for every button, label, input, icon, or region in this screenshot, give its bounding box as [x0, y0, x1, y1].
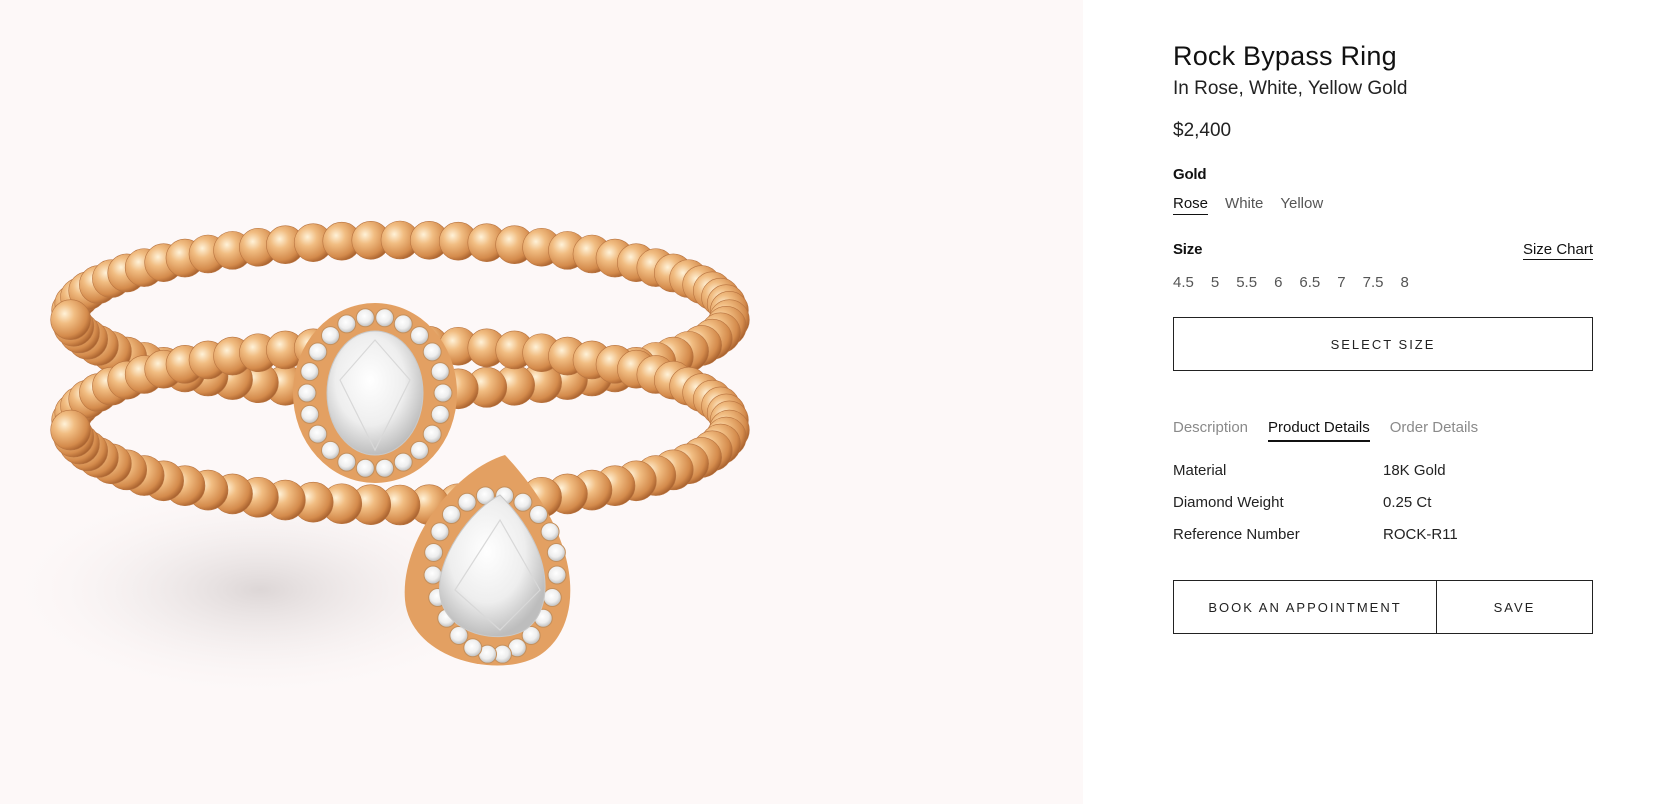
size-option[interactable]: 6: [1274, 274, 1282, 291]
oval-halo: [293, 303, 457, 483]
book-appointment-button[interactable]: BOOK AN APPOINTMENT: [1173, 580, 1437, 634]
detail-row-diamond-weight: Diamond Weight 0.25 Ct: [1173, 486, 1593, 518]
tab-description[interactable]: Description: [1173, 419, 1248, 442]
ring-illustration: [0, 220, 750, 700]
detail-value: 0.25 Ct: [1383, 493, 1432, 511]
size-options: 4.5 5 5.5 6 6.5 7 7.5 8: [1173, 274, 1593, 291]
detail-row-material: Material 18K Gold: [1173, 454, 1593, 486]
gold-option-white[interactable]: White: [1225, 195, 1263, 215]
product-image: [0, 0, 1083, 804]
size-option[interactable]: 7.5: [1363, 274, 1384, 291]
tab-order-details[interactable]: Order Details: [1390, 419, 1478, 442]
select-size-button[interactable]: SELECT SIZE: [1173, 317, 1593, 371]
tab-product-details[interactable]: Product Details: [1268, 419, 1370, 442]
size-option[interactable]: 7: [1337, 274, 1345, 291]
size-label: Size: [1173, 241, 1203, 258]
product-subtitle: In Rose, White, Yellow Gold: [1173, 78, 1408, 99]
size-header: Size Size Chart: [1173, 241, 1593, 260]
product-title: Rock Bypass Ring: [1173, 41, 1397, 71]
gold-option-rose[interactable]: Rose: [1173, 195, 1209, 215]
detail-value: ROCK-R11: [1383, 525, 1458, 543]
size-option[interactable]: 5: [1211, 274, 1219, 291]
detail-key: Material: [1173, 461, 1227, 479]
size-option[interactable]: 8: [1400, 274, 1408, 291]
action-buttons: BOOK AN APPOINTMENT SAVE: [1173, 580, 1593, 634]
gold-label: Gold: [1173, 166, 1207, 183]
save-button[interactable]: SAVE: [1436, 580, 1593, 634]
detail-value: 18K Gold: [1383, 461, 1446, 479]
size-chart-link[interactable]: Size Chart: [1522, 241, 1593, 260]
size-option[interactable]: 5.5: [1236, 274, 1257, 291]
detail-row-reference-number: Reference Number ROCK-R11: [1173, 518, 1593, 550]
info-tabs: Description Product Details Order Detail…: [1173, 419, 1593, 442]
product-details-table: Material 18K Gold Diamond Weight 0.25 Ct…: [1173, 454, 1593, 550]
detail-key: Reference Number: [1173, 525, 1300, 543]
gold-option-yellow[interactable]: Yellow: [1280, 195, 1323, 215]
product-price: $2,400: [1173, 120, 1232, 141]
gold-options: Rose White Yellow: [1173, 195, 1593, 215]
size-option[interactable]: 4.5: [1173, 274, 1194, 291]
size-option[interactable]: 6.5: [1299, 274, 1320, 291]
product-info: Rock Bypass Ring In Rose, White, Yellow …: [1173, 36, 1593, 634]
detail-key: Diamond Weight: [1173, 493, 1284, 511]
